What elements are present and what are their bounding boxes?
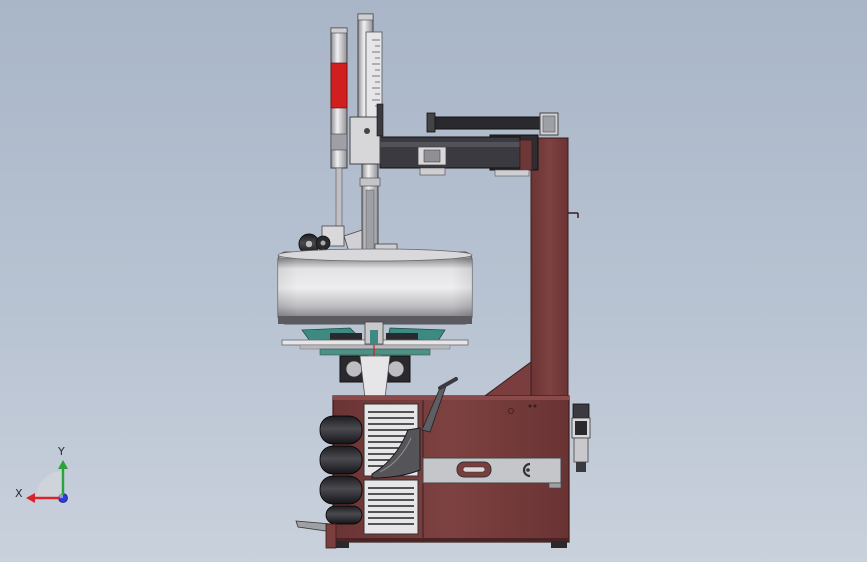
swing-arm (379, 112, 559, 177)
turntable-motor (339, 355, 411, 399)
air-filter-regulator (571, 403, 591, 472)
y-axis-label: Y (57, 445, 65, 458)
x-axis-label: X (15, 487, 23, 500)
vertical-tool-post (330, 13, 398, 255)
base-cabinet (332, 395, 570, 548)
bead-breaker-plate (422, 457, 562, 489)
axis-triad: X Y (15, 445, 68, 503)
tower-column (480, 137, 579, 399)
foot-pedals (295, 520, 337, 549)
triad-plane-shade (36, 471, 63, 498)
tire-stack (319, 415, 363, 525)
wheel-drum (277, 248, 473, 325)
cad-viewport[interactable]: X Y (0, 0, 867, 562)
y-axis-arrowhead (58, 460, 68, 469)
vent-grille-lower (363, 479, 419, 535)
x-axis-arrowhead (26, 493, 35, 503)
